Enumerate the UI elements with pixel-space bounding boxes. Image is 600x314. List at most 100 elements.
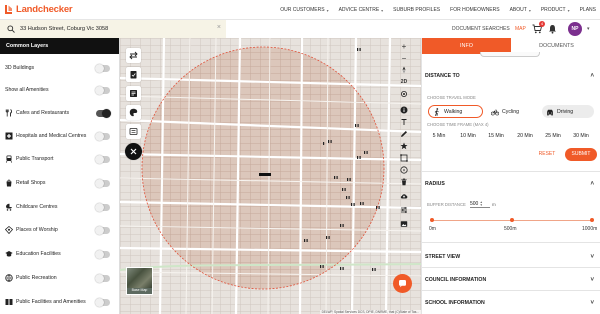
measure-tool-button[interactable] bbox=[126, 48, 141, 63]
toggle-knob bbox=[95, 85, 104, 95]
map-canvas[interactable]: + − 2D Base Map DELWP, Spatial Services … bbox=[120, 38, 421, 314]
layer-toggle[interactable] bbox=[95, 85, 110, 95]
reset-button[interactable]: RESET bbox=[535, 148, 559, 161]
sliders-icon bbox=[401, 207, 407, 213]
time-option-10[interactable]: 10 Min bbox=[456, 131, 480, 142]
text-tool-button[interactable] bbox=[398, 116, 410, 128]
slider-max-dot bbox=[590, 218, 594, 222]
layer-toggle[interactable] bbox=[95, 202, 110, 212]
compass-button[interactable] bbox=[398, 64, 410, 76]
submit-button[interactable]: SUBMIT bbox=[565, 148, 597, 161]
ruler-icon bbox=[129, 51, 138, 60]
toggle-2d-button[interactable]: 2D bbox=[398, 76, 410, 88]
travel-mode-driving[interactable]: Driving bbox=[542, 105, 594, 118]
checklist-tool-button[interactable] bbox=[126, 67, 141, 82]
zoom-out-button[interactable]: − bbox=[398, 52, 410, 64]
radius-tool-button[interactable] bbox=[398, 164, 410, 176]
layer-toggle[interactable] bbox=[95, 131, 110, 141]
chevron-down-icon: ▾ bbox=[326, 7, 329, 13]
nav-suburb-profiles[interactable]: SUBURB PROFILES bbox=[393, 7, 440, 13]
chevron-up-icon: ˄ bbox=[590, 73, 594, 79]
radius-slider-thumb[interactable] bbox=[510, 218, 514, 222]
close-icon[interactable]: × bbox=[217, 24, 221, 31]
delete-tool-button[interactable] bbox=[398, 176, 410, 188]
travel-mode-cycling[interactable]: Cycling bbox=[487, 105, 539, 118]
bell-icon[interactable] bbox=[548, 24, 557, 34]
image-export-button[interactable] bbox=[398, 218, 410, 230]
nav-for-homeowners[interactable]: FOR HOMEOWNERS bbox=[450, 7, 499, 13]
layer-row-3d-buildings: 3D Buildings bbox=[0, 60, 120, 76]
travel-mode-walking[interactable]: Walking bbox=[428, 105, 483, 118]
radius-header[interactable]: RADIUS ˄ bbox=[422, 177, 600, 191]
chevron-down-icon: ▾ bbox=[381, 7, 384, 13]
layer-toggle[interactable] bbox=[95, 249, 110, 259]
council-information-header[interactable]: COUNCIL INFORMATION ˅ bbox=[422, 273, 600, 287]
map-link[interactable]: MAP bbox=[515, 26, 526, 32]
style-tool-button[interactable] bbox=[126, 105, 141, 120]
buffer-distance-input[interactable]: 500 ▴ ▾ bbox=[470, 200, 490, 208]
travel-mode-label: Driving bbox=[557, 108, 574, 115]
divider bbox=[422, 267, 600, 268]
list-tool-button[interactable] bbox=[126, 124, 141, 139]
walking-icon bbox=[434, 107, 439, 116]
divider bbox=[422, 171, 600, 172]
layer-label: Hospitals and Medical Centres bbox=[16, 133, 87, 139]
notes-tool-button[interactable] bbox=[126, 86, 141, 101]
list-icon bbox=[129, 128, 138, 135]
travel-mode-label: Walking bbox=[444, 108, 463, 115]
chevron-down-icon[interactable]: ▾ bbox=[587, 26, 590, 32]
layer-toggle[interactable] bbox=[95, 178, 110, 188]
layer-label: Public Facilities and Amenities bbox=[16, 299, 86, 305]
favourite-tool-button[interactable] bbox=[398, 140, 410, 152]
time-option-20[interactable]: 20 Min bbox=[513, 131, 537, 142]
layer-toggle[interactable] bbox=[96, 108, 111, 118]
upload-button[interactable] bbox=[398, 190, 410, 202]
zoom-in-button[interactable]: + bbox=[398, 40, 410, 52]
nav-our-customers[interactable]: OUR CUSTOMERS ▾ bbox=[280, 7, 328, 13]
time-option-30[interactable]: 30 Min bbox=[569, 131, 593, 142]
nav-about[interactable]: ABOUT ▾ bbox=[510, 7, 531, 13]
nav-advice-centre[interactable]: ADVICE CENTRE ▾ bbox=[339, 7, 384, 13]
school-information-header[interactable]: SCHOOL INFORMATION ˅ bbox=[422, 296, 600, 310]
layer-toggle[interactable] bbox=[95, 154, 110, 164]
toggle-knob bbox=[95, 131, 104, 141]
distance-to-header[interactable]: DISTANCE TO ˄ bbox=[422, 69, 600, 83]
layer-toggle[interactable] bbox=[95, 225, 110, 235]
address-search-input[interactable]: 33 Hudson Street, Coburg Vic 3058 × bbox=[0, 20, 226, 38]
crosshair-icon bbox=[401, 91, 407, 97]
chevron-down-icon: ˅ bbox=[590, 254, 594, 260]
spinner-arrows-icon[interactable]: ▴ ▾ bbox=[480, 200, 482, 207]
layers-settings-button[interactable] bbox=[398, 204, 410, 216]
time-option-5[interactable]: 5 Min bbox=[428, 131, 450, 142]
palette-icon bbox=[129, 108, 138, 117]
chat-button[interactable] bbox=[393, 274, 412, 293]
cycling-icon bbox=[491, 108, 499, 115]
section-title: RADIUS bbox=[425, 181, 445, 187]
layer-toggle[interactable] bbox=[95, 273, 110, 283]
info-button[interactable] bbox=[398, 104, 410, 116]
layer-toggle[interactable] bbox=[95, 297, 110, 307]
draw-tool-button[interactable] bbox=[398, 128, 410, 140]
hospital-icon bbox=[5, 132, 13, 140]
landchecker-logo[interactable]: Landchecker bbox=[4, 3, 73, 16]
time-option-15[interactable]: 15 Min bbox=[484, 131, 508, 142]
nav-plans[interactable]: PLANS bbox=[580, 7, 596, 13]
layer-toggle[interactable] bbox=[95, 63, 110, 73]
spin-down[interactable]: ▾ bbox=[480, 203, 482, 207]
basemap-switcher[interactable]: Base Map bbox=[126, 267, 153, 295]
locate-button[interactable] bbox=[398, 88, 410, 100]
close-tools-button[interactable] bbox=[125, 143, 142, 160]
map-controls: + − 2D bbox=[398, 40, 410, 230]
layer-row-education: Education Facilities bbox=[0, 246, 120, 262]
avatar[interactable]: NP bbox=[568, 22, 582, 36]
nav-product[interactable]: PRODUCT ▾ bbox=[541, 7, 570, 13]
pencil-icon bbox=[401, 131, 407, 137]
divider bbox=[422, 290, 600, 291]
buffer-distance-label: BUFFER DISTANCE bbox=[427, 202, 466, 207]
time-option-25[interactable]: 25 Min bbox=[541, 131, 565, 142]
document-searches-link[interactable]: DOCUMENT SEARCHES bbox=[452, 26, 510, 32]
toggle-knob bbox=[95, 225, 104, 235]
polygon-tool-button[interactable] bbox=[398, 152, 410, 164]
toggle-knob bbox=[95, 178, 104, 188]
street-view-header[interactable]: STREET VIEW ˅ bbox=[422, 250, 600, 264]
